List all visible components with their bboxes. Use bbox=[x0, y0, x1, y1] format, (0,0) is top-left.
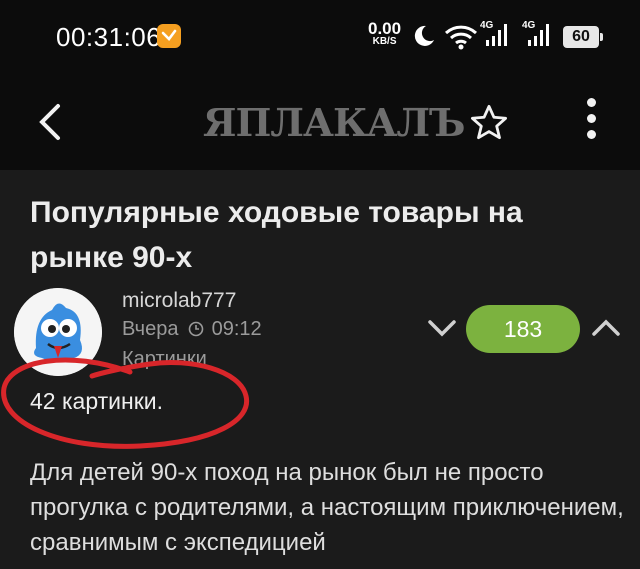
site-logo[interactable]: ЯПЛАКАЛЪ bbox=[203, 100, 465, 145]
post-category[interactable]: Картинки bbox=[122, 348, 207, 371]
signal-icon-2: 4G bbox=[522, 18, 558, 53]
svg-text:4G: 4G bbox=[480, 20, 494, 31]
network-speed: 0.00 KB/S bbox=[368, 19, 402, 47]
post-title[interactable]: Популярные ходовые товары на рынке 90-х bbox=[30, 190, 610, 280]
status-time: 00:31:06 bbox=[56, 22, 162, 52]
app-bar: ЯПЛАКАЛЪ bbox=[0, 78, 640, 170]
vote-up-icon[interactable] bbox=[590, 316, 622, 345]
post-date: Вчера 09:12 bbox=[122, 318, 262, 343]
notification-app-icon bbox=[157, 24, 181, 48]
wifi-icon bbox=[444, 24, 480, 55]
author-name[interactable]: microlab777 bbox=[122, 289, 236, 313]
post-body: Для детей 90-х поход на рынок был не про… bbox=[30, 459, 624, 556]
vote-down-icon[interactable] bbox=[426, 316, 458, 345]
rating-badge: 183 bbox=[466, 305, 580, 353]
moon-icon bbox=[412, 24, 436, 53]
signal-icon: 4G bbox=[480, 18, 516, 53]
date-time: 09:12 bbox=[211, 318, 262, 340]
more-vertical-icon[interactable] bbox=[583, 98, 599, 148]
back-arrow-icon[interactable] bbox=[36, 102, 64, 147]
date-day: Вчера bbox=[122, 318, 179, 340]
pictures-count: 42 картинки. bbox=[30, 388, 164, 414]
battery-icon: 60 bbox=[563, 26, 603, 48]
svg-text:4G: 4G bbox=[522, 20, 536, 31]
star-icon[interactable] bbox=[468, 102, 510, 149]
status-bar: 00:31:06 0.00 KB/S 4G 4G 60 bbox=[0, 0, 640, 78]
avatar[interactable] bbox=[14, 288, 102, 376]
clock-icon bbox=[188, 320, 204, 343]
